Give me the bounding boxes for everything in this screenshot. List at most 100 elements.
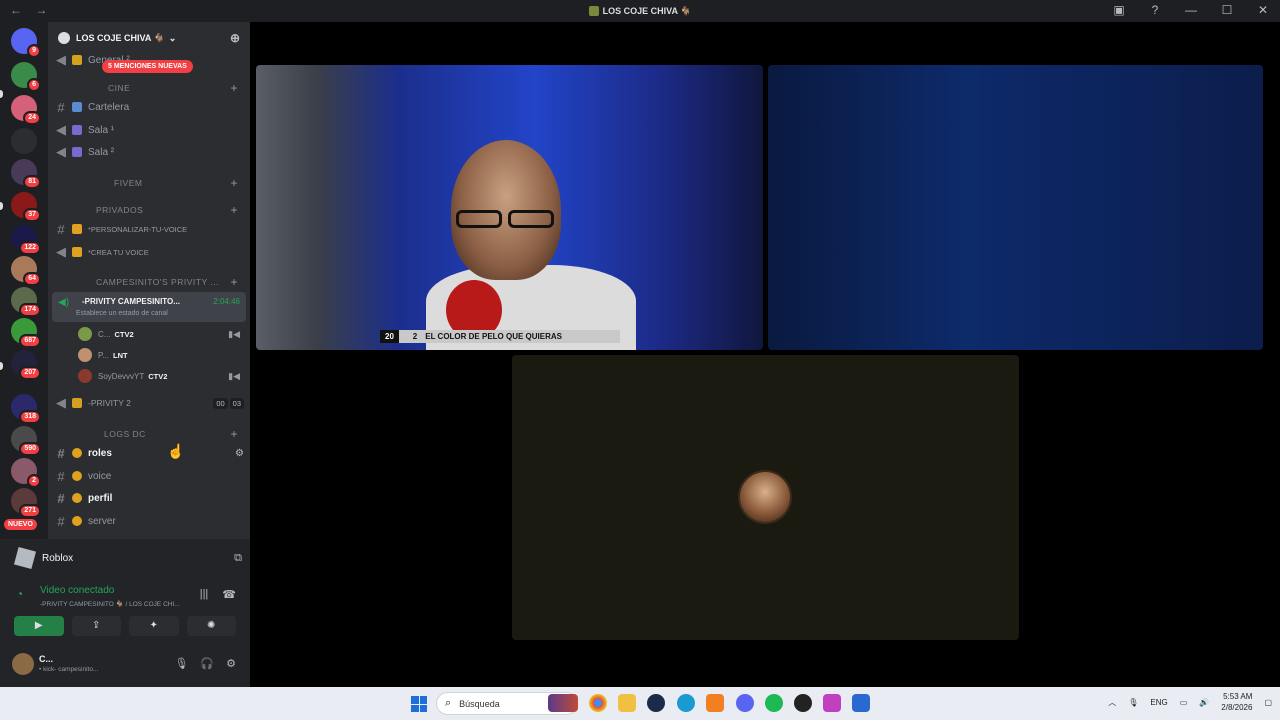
add-channel-icon[interactable]: + [230, 427, 238, 441]
channel-voice[interactable]: # voice [54, 466, 244, 486]
glasses [456, 210, 502, 228]
channel-crea[interactable]: ◀ *CREA TU VOICE [54, 242, 244, 262]
notifications-icon[interactable]: ▢ [1264, 698, 1272, 707]
server-icon-9[interactable]: 687 [11, 318, 41, 348]
settings-icon[interactable]: ⚙ [235, 448, 244, 459]
connection-status[interactable]: Video conectado [40, 585, 114, 596]
channel-name: server [88, 515, 116, 527]
language-indicator[interactable]: ENG [1150, 698, 1167, 707]
user-status: • kick- campesinito... [39, 666, 99, 673]
server-icon-5[interactable]: 37 [11, 192, 41, 222]
category-privados[interactable]: PRIVADOS + [58, 203, 238, 217]
add-channel-icon[interactable]: + [230, 81, 238, 95]
server-icon-12[interactable]: 590 [11, 426, 41, 456]
spotify-icon[interactable] [765, 694, 783, 712]
server-icon-6[interactable]: 122 [11, 225, 41, 255]
chevron-up-icon[interactable]: ︿ [1108, 697, 1116, 708]
search-icon: ⌕ [445, 697, 452, 709]
clock[interactable]: 5:53 AM 2/8/2026 [1221, 691, 1252, 713]
headphones-icon[interactable]: 🎧 [200, 657, 214, 670]
channel-cartelera[interactable]: # Cartelera [54, 97, 244, 117]
server-icon-2[interactable]: 24 [11, 95, 41, 125]
clock-date: 2/8/2026 [1221, 703, 1253, 712]
activities-button[interactable]: ✦ [129, 616, 179, 636]
noise-suppression-icon[interactable]: ||| [200, 588, 209, 601]
guild-name: LOS COJE CHIVA 🐐 [76, 32, 165, 43]
voice-user[interactable]: SoyDevvvYT CTV2 ▮◀ [78, 367, 240, 385]
maximize-button[interactable]: ☐ [1220, 3, 1234, 17]
server-icon-4[interactable]: 81 [11, 159, 41, 189]
help-icon[interactable]: ? [1148, 3, 1162, 17]
channel-server[interactable]: # server [54, 511, 244, 531]
server-icon-13[interactable]: 2 [11, 458, 41, 488]
add-channel-icon[interactable]: + [230, 203, 238, 217]
obs-icon[interactable] [794, 694, 812, 712]
user-tag: LNT [112, 350, 128, 360]
add-channel-icon[interactable]: + [230, 275, 238, 289]
microphone-icon[interactable]: 🎙 [174, 657, 188, 670]
app-icon[interactable] [706, 694, 724, 712]
server-icon-3[interactable] [11, 128, 37, 154]
connection-channel[interactable]: -PRIVITY CAMPESINITO 🐐 / LOS COJE CHI... [40, 600, 180, 608]
user-area[interactable]: C... • kick- campesinito... 🎙 🎧 ⚙ [8, 651, 242, 679]
category-cine[interactable]: CINE + [58, 81, 238, 95]
channel-name: roles [88, 447, 112, 459]
disconnect-icon[interactable]: ☎ [222, 588, 236, 601]
home-button[interactable]: 9 [11, 28, 41, 58]
widget-icon[interactable] [548, 694, 578, 712]
video-tile-2[interactable] [768, 65, 1263, 350]
signal-icon[interactable]: ◔ [16, 587, 23, 601]
network-icon[interactable]: ▭ [1180, 698, 1188, 707]
channel-privity2[interactable]: ◀ -PRIVITY 2 00 03 [54, 393, 244, 413]
channel-sala1[interactable]: ◀ Sala ¹ [54, 120, 244, 140]
minimize-button[interactable]: — [1184, 3, 1198, 17]
voice-user[interactable]: P... LNT [78, 346, 240, 364]
share-screen-button[interactable]: ⇪ [71, 616, 121, 636]
channel-personalizar[interactable]: # *PERSONALIZAR-TU-VOICE [54, 219, 244, 239]
server-icon-1[interactable]: 6 [11, 62, 41, 92]
server-icon-10[interactable]: 207 [11, 350, 41, 380]
camera-icon: ▮◀ [228, 328, 240, 339]
server-icon-8[interactable]: 174 [11, 287, 41, 317]
active-voice-channel[interactable]: ◀) -PRIVITY CAMPESINITO... 2:04:46 Estab… [52, 292, 246, 322]
new-mentions-pill[interactable]: 5 MENCIONES NUEVAS [102, 60, 193, 73]
file-explorer-icon[interactable] [618, 694, 636, 712]
activity-row[interactable]: Roblox ⧉ [8, 543, 242, 573]
channel-sala2[interactable]: ◀ Sala ² [54, 142, 244, 162]
window-titlebar: ← → LOS COJE CHIVA 🐐 ▣ ? — ☐ ✕ [0, 0, 1280, 22]
server-icon-11[interactable]: 318 [11, 394, 41, 424]
server-icon-14[interactable]: 271 [11, 488, 41, 518]
discord-icon[interactable] [736, 694, 754, 712]
add-member-icon[interactable]: ⊕ [230, 31, 240, 45]
camera-button[interactable]: ▶ [14, 616, 64, 636]
settings-icon[interactable]: ⚙ [226, 657, 236, 670]
close-button[interactable]: ✕ [1256, 3, 1270, 17]
category-campesinito[interactable]: CAMPESINITO'S PRIVITY ... + [58, 275, 238, 289]
inbox-icon[interactable]: ▣ [1112, 3, 1126, 17]
video-tile-1[interactable]: 20 2 EL COLOR DE PELO QUE QUIERAS [256, 65, 763, 350]
app-icon-2[interactable] [823, 694, 841, 712]
app-icon-3[interactable] [852, 694, 870, 712]
channel-roles[interactable]: # roles ⚙ [54, 443, 244, 463]
add-channel-icon[interactable]: + [230, 176, 238, 190]
server-badge: 122 [19, 241, 41, 255]
category-label: CAMPESINITO'S PRIVITY ... [96, 277, 219, 287]
screen-share-icon[interactable]: ⧉ [234, 552, 242, 565]
category-logs[interactable]: LOGS DC + [58, 427, 238, 441]
chrome-icon[interactable] [589, 694, 607, 712]
channel-status-prompt[interactable]: Establece un estado de canal [76, 310, 168, 317]
channel-perfil[interactable]: # perfil [54, 488, 244, 508]
edge-icon[interactable] [677, 694, 695, 712]
video-tile-3[interactable] [512, 355, 1019, 640]
microphone-icon[interactable]: 🎙 [1128, 698, 1138, 707]
window-controls: ▣ ? — ☐ ✕ [1112, 3, 1270, 17]
windows-start-icon[interactable] [411, 696, 427, 712]
sparkle-icon [72, 247, 82, 257]
volume-icon[interactable]: 🔊 [1199, 698, 1209, 707]
steam-icon[interactable] [647, 694, 665, 712]
soundboard-button[interactable]: ✺ [186, 616, 236, 636]
server-icon-7[interactable]: 64 [11, 256, 41, 286]
category-fivem[interactable]: FIVEM + [58, 176, 238, 190]
server-badge: 6 [27, 78, 41, 92]
voice-user[interactable]: C... CTV2 ▮◀ [78, 325, 240, 343]
